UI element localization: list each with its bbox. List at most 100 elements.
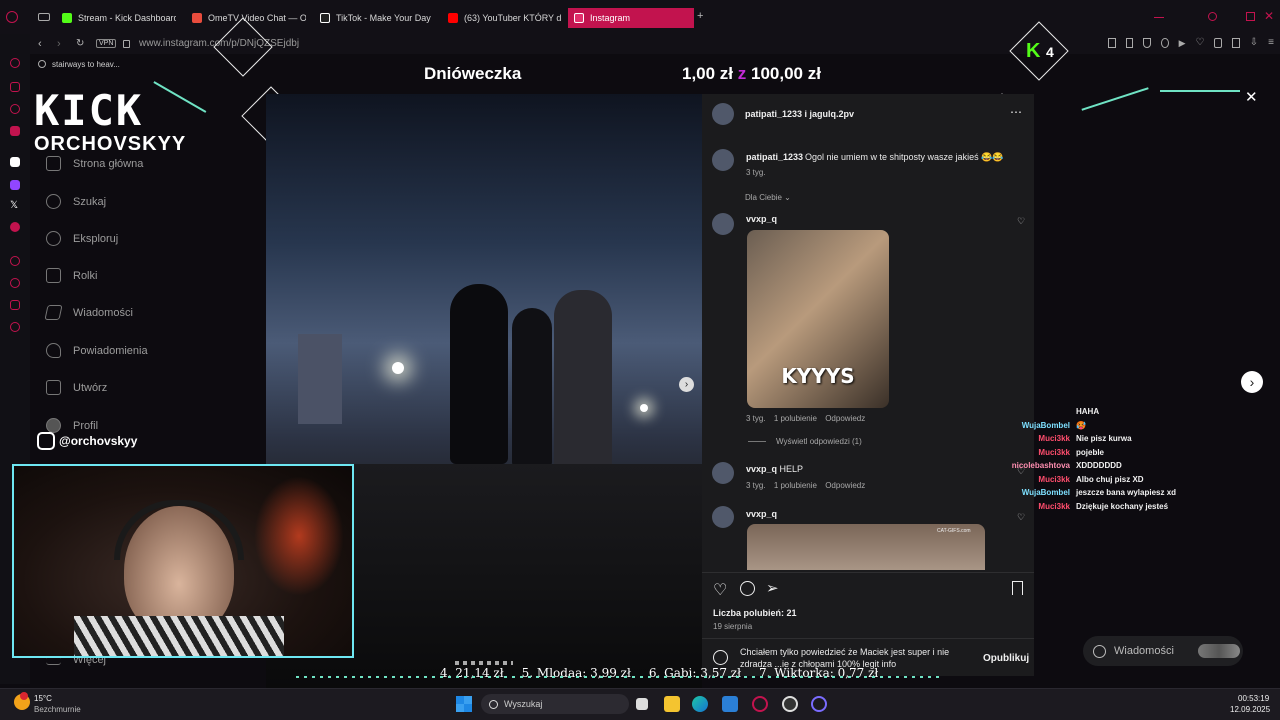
search-icon[interactable] bbox=[1208, 12, 1217, 21]
screenshot-icon[interactable] bbox=[1108, 38, 1116, 48]
ig-nav-explore[interactable]: Eksploruj bbox=[46, 231, 118, 246]
menu-icon[interactable]: ≡ bbox=[1268, 38, 1274, 50]
comment-gif[interactable]: KYYYS bbox=[747, 230, 889, 408]
task-view-icon[interactable] bbox=[636, 698, 648, 710]
caption-avatar[interactable] bbox=[712, 149, 734, 171]
publish-button[interactable]: Opublikuj bbox=[983, 653, 1029, 664]
reload-icon[interactable]: ↻ bbox=[76, 38, 84, 49]
crop-icon[interactable] bbox=[1125, 38, 1134, 48]
close-post-icon[interactable]: ✕ bbox=[1245, 88, 1258, 106]
emoji-icon[interactable] bbox=[713, 650, 728, 665]
tabs-overview-icon[interactable] bbox=[38, 13, 50, 21]
play-icon[interactable]: ▶ bbox=[1179, 38, 1186, 50]
caption-username[interactable]: patipati_1233 bbox=[746, 152, 803, 162]
browser-menu-icon[interactable] bbox=[6, 11, 18, 23]
close-window-icon[interactable]: ✕ bbox=[1264, 9, 1274, 23]
sidebar-icon-mail[interactable] bbox=[10, 126, 20, 136]
shield-icon[interactable] bbox=[1143, 38, 1151, 48]
nav-label: Strona główna bbox=[73, 157, 144, 170]
comment-icon[interactable] bbox=[740, 581, 755, 596]
sidebar-icon-downloads[interactable] bbox=[10, 278, 20, 288]
comment-reply[interactable]: Odpowiedz bbox=[825, 414, 865, 423]
likes-count[interactable]: Liczba polubień: 21 bbox=[713, 608, 797, 618]
ig-nav-search[interactable]: Szukaj bbox=[46, 194, 106, 209]
ticker-item: 5. Mlodaa: 3,99 zł bbox=[521, 666, 631, 680]
kick-badge-k: K bbox=[1026, 40, 1041, 62]
ig-nav-reels[interactable]: Rolki bbox=[46, 268, 97, 283]
ig-nav-profile[interactable]: Profil bbox=[46, 418, 98, 433]
vpn-badge[interactable]: VPN bbox=[96, 39, 117, 48]
sidebar-icon-kick[interactable] bbox=[10, 157, 20, 167]
heart-icon[interactable]: ♡ bbox=[1195, 38, 1204, 50]
comment-avatar[interactable] bbox=[712, 213, 734, 235]
comment-reply[interactable]: Odpowiedz bbox=[825, 481, 865, 490]
comment-meta: 3 tyg. 1 polubienie Odpowiedz bbox=[746, 414, 865, 423]
more-options-icon[interactable]: ⋯ bbox=[1010, 105, 1022, 119]
ig-nav-notifications[interactable]: Powiadomienia bbox=[46, 343, 148, 358]
comment-username[interactable]: vvxp_q bbox=[746, 214, 777, 224]
chat-text: HAHA bbox=[1076, 407, 1100, 416]
person-silhouette bbox=[554, 290, 612, 470]
post-authors[interactable]: patipati_1233 i jagulq.2pv bbox=[745, 109, 854, 119]
sidebar-icon-youtube[interactable] bbox=[10, 222, 20, 232]
ig-nav-home[interactable]: Strona główna bbox=[46, 156, 143, 171]
tab-youtube[interactable]: (63) YouTuber KTÓRY dla bbox=[442, 8, 562, 28]
edge-icon[interactable] bbox=[692, 696, 708, 712]
tab-label: OmeTV Video Chat — Om bbox=[208, 13, 306, 23]
extensions-icon[interactable] bbox=[1214, 38, 1223, 48]
messages-button[interactable]: Wiadomości bbox=[1083, 636, 1243, 666]
sidebar-icon-history[interactable] bbox=[10, 256, 20, 266]
sidebar-icon-twitch[interactable] bbox=[10, 180, 20, 190]
app-icon[interactable] bbox=[811, 696, 827, 712]
comment-gif[interactable]: CAT-GIFS.com bbox=[747, 524, 985, 570]
streamer-logo-name: ORCHOVSKYY bbox=[34, 133, 187, 155]
clock-date[interactable]: 12.09.2025 bbox=[1230, 705, 1270, 714]
comment-avatar[interactable] bbox=[712, 462, 734, 484]
comment-like-icon[interactable]: ♡ bbox=[1017, 216, 1027, 226]
taskbar-search[interactable]: Wyszukaj bbox=[481, 694, 629, 714]
like-icon[interactable]: ♡ bbox=[713, 580, 727, 600]
store-icon[interactable] bbox=[722, 696, 738, 712]
block-icon[interactable] bbox=[1160, 38, 1169, 48]
comment-username[interactable]: vvxp_q bbox=[746, 464, 777, 474]
share-icon[interactable]: ➢ bbox=[766, 579, 779, 597]
download-icon[interactable]: ⇩ bbox=[1250, 38, 1258, 50]
tab-instagram[interactable]: Instagram bbox=[568, 8, 694, 28]
sidebar-icon-extensions[interactable] bbox=[10, 300, 20, 310]
file-explorer-icon[interactable] bbox=[664, 696, 680, 712]
tab-label: Instagram bbox=[590, 13, 631, 23]
view-replies-button[interactable]: Wyświetl odpowiedzi (1) bbox=[776, 437, 862, 446]
comment-like-icon[interactable]: ♡ bbox=[1017, 512, 1027, 522]
carousel-next-button[interactable]: › bbox=[679, 377, 694, 392]
comment-likes[interactable]: 1 polubienie bbox=[774, 481, 817, 490]
opera-gx-icon[interactable] bbox=[752, 696, 768, 712]
clock-time[interactable]: 00:53:19 bbox=[1238, 694, 1269, 703]
bookmark-item[interactable]: stairways to heav... bbox=[52, 60, 120, 69]
obs-icon[interactable] bbox=[782, 696, 798, 712]
comments-sort[interactable]: Dla Ciebie ⌄ bbox=[745, 193, 791, 202]
post-author-avatar[interactable] bbox=[712, 103, 734, 125]
back-icon[interactable]: ‹ bbox=[38, 38, 42, 50]
ig-nav-create[interactable]: Utwórz bbox=[46, 380, 107, 395]
forward-icon[interactable]: › bbox=[57, 38, 61, 50]
comment-avatar[interactable] bbox=[712, 506, 734, 528]
windows-start-icon[interactable] bbox=[456, 696, 472, 712]
sidebar-icon-x[interactable]: 𝕏 bbox=[10, 201, 20, 211]
maximize-icon[interactable] bbox=[1246, 12, 1255, 21]
sidebar-icon-aria[interactable] bbox=[10, 82, 20, 92]
comment-likes[interactable]: 1 polubienie bbox=[774, 414, 817, 423]
sidebar-icon-settings[interactable] bbox=[10, 322, 20, 332]
minimize-icon[interactable] bbox=[1154, 17, 1164, 18]
save-icon[interactable] bbox=[1012, 581, 1023, 595]
post-comments-panel: patipati_1233 i jagulq.2pv ⋯ patipati_12… bbox=[702, 94, 1034, 676]
sidebar-icon-messenger[interactable] bbox=[10, 104, 20, 114]
sidebar-icon-opera[interactable] bbox=[10, 58, 20, 68]
next-post-button[interactable]: › bbox=[1241, 371, 1263, 393]
ig-nav-messages[interactable]: Wiadomości bbox=[44, 305, 133, 320]
chat-message: Muci3kk pojeble bbox=[1000, 448, 1104, 457]
new-tab-button[interactable]: + bbox=[697, 11, 707, 22]
tab-kick[interactable]: Stream - Kick Dashboard bbox=[56, 8, 176, 28]
comment-username[interactable]: vvxp_q bbox=[746, 509, 777, 519]
tab-tiktok[interactable]: TikTok - Make Your Day bbox=[314, 8, 434, 28]
wallet-icon[interactable] bbox=[1232, 38, 1240, 48]
